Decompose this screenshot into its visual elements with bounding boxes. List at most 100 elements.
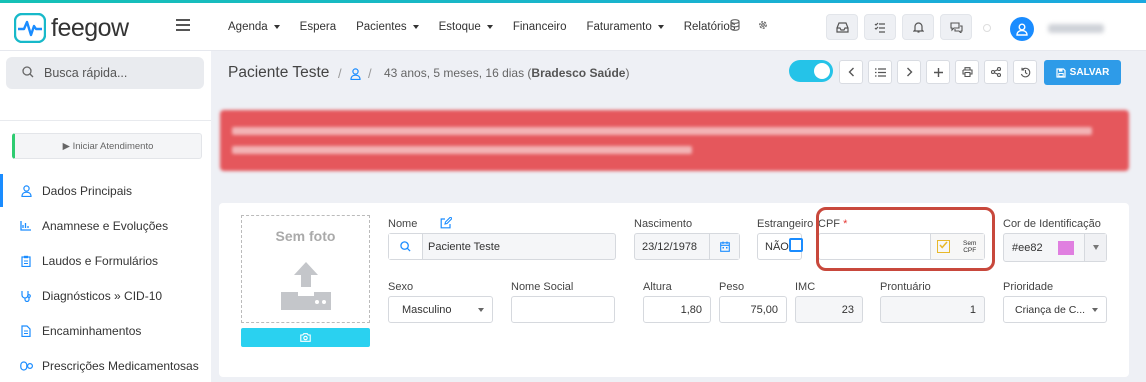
sidebar: Busca rápida... ▶ Iniciar Atendimento Da… — [0, 51, 211, 382]
nome-social-field[interactable] — [511, 296, 615, 323]
camera-button[interactable] — [241, 328, 370, 347]
nav-agenda[interactable]: Agenda — [228, 21, 280, 33]
document-icon — [20, 324, 32, 337]
search-input[interactable]: Busca rápida... — [6, 57, 204, 89]
calendar-icon[interactable] — [709, 234, 739, 259]
share-icon — [991, 67, 1001, 77]
nascimento-field[interactable]: 23/12/1978 — [634, 233, 740, 260]
history-button[interactable] — [1013, 60, 1037, 84]
nav-espera[interactable]: Espera — [300, 21, 336, 33]
sidebar-item-prescricoes[interactable]: Prescrições Medicamentosas — [0, 349, 211, 382]
photo-placeholder[interactable]: Sem foto — [241, 215, 370, 323]
chat-icon — [949, 21, 963, 33]
caret-down-icon — [273, 25, 280, 29]
cor-identificacao-label: Cor de Identificação — [1003, 218, 1101, 230]
user-icon — [1016, 23, 1028, 36]
status-indicator — [983, 24, 991, 32]
dropdown-caret-icon[interactable] — [1084, 234, 1106, 261]
sidebar-item-label: Diagnósticos » CID-10 — [42, 288, 163, 303]
cpf-highlight-box — [816, 207, 995, 271]
nav-relatorios[interactable]: Relatórios — [684, 21, 736, 33]
peso-label: Peso — [719, 281, 745, 293]
sidebar-item-anamnese[interactable]: Anamnese e Evoluções — [0, 209, 211, 242]
database-icon[interactable] — [729, 19, 741, 31]
nav-faturamento[interactable]: Faturamento — [587, 21, 664, 33]
next-button[interactable] — [897, 60, 921, 84]
logo[interactable]: feegow — [14, 13, 129, 43]
nav-estoque[interactable]: Estoque — [439, 21, 493, 33]
altura-field[interactable]: 1,80 — [643, 296, 711, 323]
history-icon — [1020, 67, 1030, 77]
estrangeiro-checkbox[interactable] — [789, 238, 803, 252]
tasks-button[interactable] — [864, 14, 896, 40]
altura-label: Altura — [643, 281, 672, 293]
sidebar-item-dados-principais[interactable]: Dados Principais — [0, 174, 211, 207]
start-attendance-button[interactable]: ▶ Iniciar Atendimento — [12, 133, 202, 159]
color-swatch — [1058, 240, 1074, 255]
imc-field: 23 — [795, 296, 863, 323]
bell-icon — [912, 22, 924, 33]
sidebar-item-encaminhamentos[interactable]: Encaminhamentos — [0, 314, 211, 347]
chat-button[interactable] — [940, 14, 972, 40]
alert-banner-blurred — [220, 110, 1129, 171]
sexo-select[interactable]: Masculino — [388, 296, 493, 323]
cor-identificacao-field[interactable]: #ee82 — [1003, 233, 1107, 262]
search-icon — [22, 65, 34, 81]
page-title: Paciente Teste — [228, 64, 330, 81]
chart-icon — [20, 220, 32, 232]
caret-down-icon — [657, 25, 664, 29]
estrangeiro-label: Estrangeiro — [757, 218, 814, 230]
search-icon[interactable] — [389, 234, 423, 259]
gear-icon[interactable] — [757, 19, 769, 31]
breadcrumb-separator: / — [338, 66, 342, 81]
sidebar-item-label: Encaminhamentos — [42, 323, 142, 338]
avatar[interactable] — [1010, 17, 1034, 41]
logo-text: feegow — [51, 13, 129, 42]
nav-pacientes[interactable]: Pacientes — [356, 21, 419, 33]
hamburger-menu-icon[interactable] — [176, 19, 190, 31]
print-button[interactable] — [955, 60, 979, 84]
sidebar-item-label: Prescrições Medicamentosas — [42, 358, 199, 373]
stethoscope-icon — [20, 290, 32, 302]
top-navbar: feegow Agenda Espera Pacientes Estoque F… — [0, 3, 1146, 51]
save-button[interactable]: SALVAR — [1044, 60, 1121, 85]
previous-button[interactable] — [839, 60, 863, 84]
sidebar-item-diagnosticos[interactable]: Diagnósticos » CID-10 — [0, 279, 211, 312]
caret-down-icon — [478, 308, 484, 312]
save-label: SALVAR — [1069, 67, 1110, 78]
divider — [0, 120, 211, 121]
caret-down-icon — [486, 25, 493, 29]
user-icon — [20, 184, 32, 197]
camera-icon — [300, 333, 311, 342]
inbox-icon — [835, 21, 849, 33]
list-icon — [874, 67, 886, 77]
patient-subtitle: 43 anos, 5 meses, 16 dias (Bradesco Saúd… — [384, 66, 630, 80]
chevron-right-icon — [906, 67, 912, 77]
plus-icon — [933, 67, 943, 77]
nav-financeiro[interactable]: Financeiro — [513, 21, 567, 33]
inbox-button[interactable] — [826, 14, 858, 40]
peso-field[interactable]: 75,00 — [719, 296, 787, 323]
share-button[interactable] — [984, 60, 1008, 84]
sexo-label: Sexo — [388, 281, 414, 293]
insurance-name: Bradesco Saúde — [531, 66, 626, 80]
checklist-icon — [874, 22, 885, 33]
notifications-button[interactable] — [902, 14, 934, 40]
username-blurred[interactable] — [1048, 24, 1104, 33]
prioridade-select[interactable]: Criança de C... — [1003, 296, 1107, 323]
prioridade-label: Prioridade — [1003, 281, 1054, 293]
pills-icon — [20, 360, 34, 372]
caret-down-icon — [412, 25, 419, 29]
sidebar-item-laudos[interactable]: Laudos e Formulários — [0, 244, 211, 277]
add-button[interactable] — [926, 60, 950, 84]
toggle-knob — [814, 63, 830, 79]
clipboard-icon — [20, 255, 32, 267]
status-toggle[interactable] — [789, 60, 833, 82]
breadcrumb-separator: / — [368, 66, 372, 81]
nome-field[interactable]: Paciente Teste — [388, 233, 616, 260]
patient-user-icon — [350, 67, 361, 85]
sidebar-item-label: Dados Principais — [42, 183, 133, 198]
search-placeholder: Busca rápida... — [44, 66, 128, 80]
list-button[interactable] — [868, 60, 892, 84]
edit-name-icon[interactable] — [440, 216, 453, 232]
